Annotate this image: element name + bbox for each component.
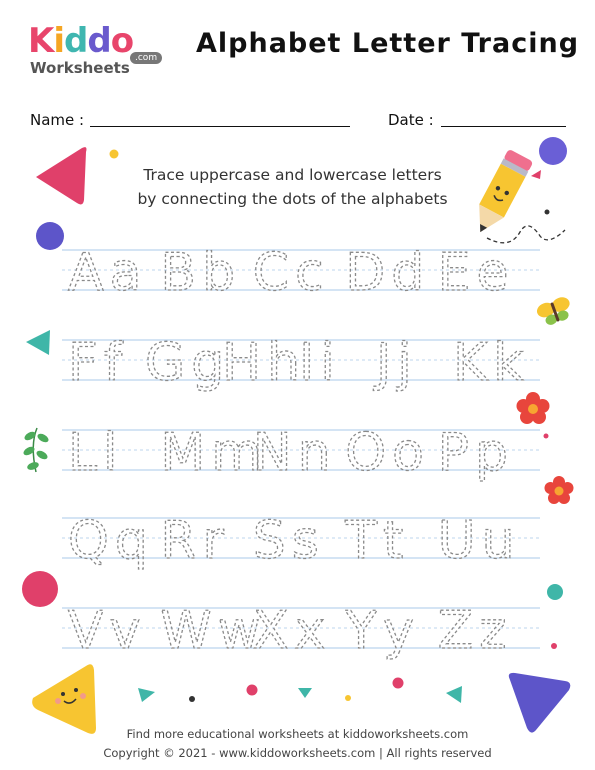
flower-icon bbox=[544, 476, 574, 504]
teal-triangle-decoration bbox=[26, 330, 50, 355]
pink-dot-decoration bbox=[246, 684, 258, 696]
tracing-letter-pair: Tt bbox=[344, 511, 409, 571]
tracing-letter-pair: Oo bbox=[345, 423, 430, 483]
tracing-letter-pair: Xx bbox=[253, 601, 331, 661]
tracing-letter-pair: Cc bbox=[253, 243, 330, 303]
tracing-letter-pair: Hh bbox=[222, 333, 306, 393]
tracing-letter-pair: Aa bbox=[68, 243, 147, 303]
tracing-letter-pair: Ww bbox=[160, 601, 266, 661]
footer-copyright: Copyright © 2021 - www.kiddoworksheets.c… bbox=[103, 746, 492, 760]
pink-dot-decoration bbox=[392, 677, 404, 689]
dot-decoration bbox=[345, 695, 351, 701]
teal-small-triangle-decoration bbox=[446, 686, 462, 703]
tracing-letters: Aa Bb Cc Dd Ee Ff GgHhIi Jj Kk Ll MmNn Oo Pp Qq Rr Ss Tt… bbox=[67, 242, 529, 661]
tracing-letter-pair: Qq bbox=[68, 511, 154, 571]
tracing-letter-pair: Kk bbox=[453, 333, 529, 393]
tracing-letter-pair: Ii bbox=[299, 333, 341, 393]
tracing-letter-pair: Bb bbox=[160, 243, 241, 303]
tracing-letter-pair: Mm bbox=[160, 423, 268, 483]
leaf-sprig-icon bbox=[23, 427, 49, 473]
dot-decoration bbox=[543, 433, 549, 439]
tracing-letter-pair: Zz bbox=[438, 601, 513, 661]
pencil-mascot-icon bbox=[479, 150, 533, 233]
tracing-letter-pair: Nn bbox=[253, 423, 337, 483]
teal-small-triangle-decoration bbox=[138, 688, 155, 702]
tracing-letter-pair: Ss bbox=[253, 511, 325, 571]
teal-small-triangle-decoration bbox=[298, 688, 312, 698]
tracing-letter-pair: Jj bbox=[373, 333, 418, 393]
dot-decoration bbox=[551, 643, 557, 649]
purple-triangle-decoration bbox=[508, 672, 571, 733]
tracing-letter-pair: Gg bbox=[145, 333, 230, 393]
teal-dot-decoration bbox=[547, 584, 563, 600]
pencil-trail-decoration bbox=[486, 225, 566, 244]
dot-decoration bbox=[189, 696, 195, 702]
tracing-letter-pair: Ff bbox=[68, 333, 128, 393]
yellow-triangle-mascot-icon bbox=[32, 664, 96, 734]
footer-promo: Find more educational worksheets at kidd… bbox=[126, 727, 469, 741]
flower-icon bbox=[515, 391, 551, 427]
tracing-letter-pair: Dd bbox=[345, 243, 430, 303]
dot-decoration bbox=[544, 209, 550, 215]
tracing-letter-pair: Yy bbox=[344, 601, 420, 661]
worksheet-canvas: Aa Bb Cc Dd Ee Ff GgHhIi Jj Kk Ll MmNn Oo Pp Qq Rr Ss Tt… bbox=[22, 137, 574, 734]
pink-triangle-decoration bbox=[36, 147, 87, 205]
pink-circle-decoration bbox=[22, 571, 58, 607]
tracing-letter-pair: Pp bbox=[438, 423, 514, 483]
yellow-dot-decoration bbox=[109, 149, 119, 159]
butterfly-icon bbox=[536, 297, 570, 325]
tracing-letter-pair: Ll bbox=[68, 423, 123, 483]
tracing-letter-pair: Vv bbox=[68, 601, 146, 661]
purple-circle-decoration bbox=[36, 222, 64, 250]
pink-small-triangle-decoration bbox=[531, 170, 541, 179]
tracing-letter-pair: Ee bbox=[438, 243, 515, 303]
tracing-letter-pair: Uu bbox=[438, 511, 521, 571]
purple-circle-decoration bbox=[539, 137, 567, 165]
tracing-letter-pair: Rr bbox=[160, 511, 230, 571]
